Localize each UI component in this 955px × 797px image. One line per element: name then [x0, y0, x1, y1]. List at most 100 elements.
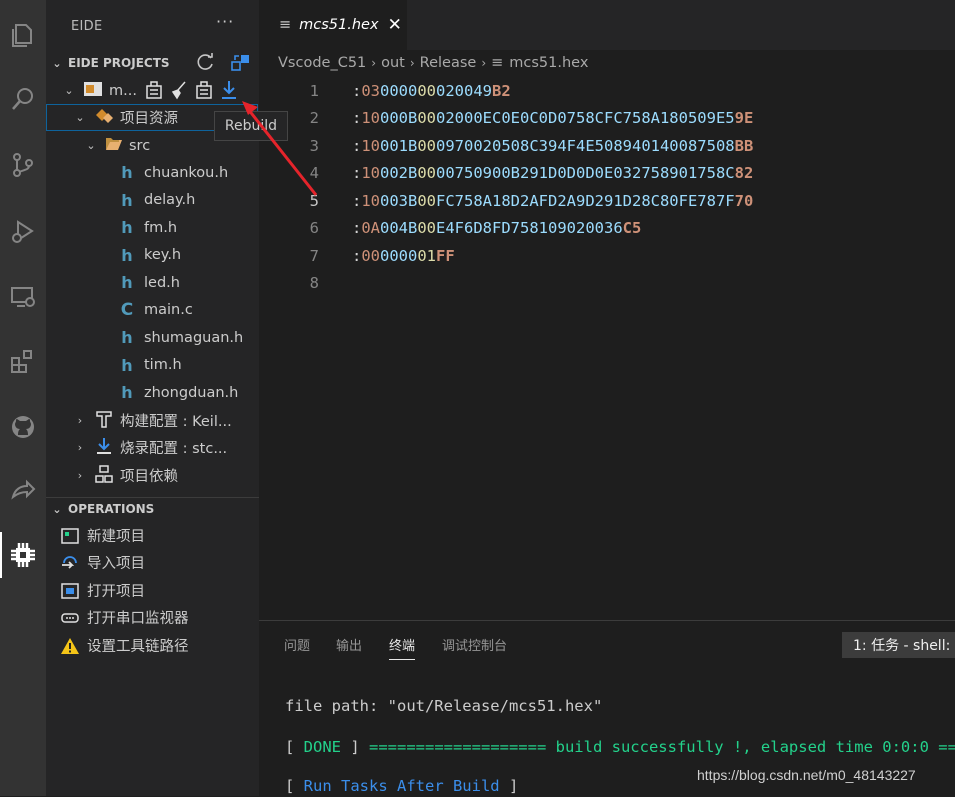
- record-checksum: BB: [734, 136, 754, 155]
- folder-icon: [105, 136, 123, 156]
- record-length: 0A: [361, 219, 381, 237]
- record-type: 00: [417, 136, 437, 155]
- explorer-icon[interactable]: [0, 12, 46, 58]
- record-type: 00: [417, 109, 437, 127]
- breadcrumb-item[interactable]: Release: [420, 55, 477, 71]
- terminal-select[interactable]: 1: 任务 - shell:: [842, 632, 955, 658]
- switch-project-icon[interactable]: [230, 52, 252, 78]
- tree-item-file[interactable]: h tim.h: [46, 352, 259, 379]
- close-icon[interactable]: ✕: [388, 15, 402, 35]
- eide-projects-header[interactable]: ⌄ EIDE PROJECTS: [46, 52, 259, 74]
- remote-explorer-icon[interactable]: [0, 274, 46, 320]
- file-name: chuankou.h: [144, 164, 229, 181]
- code-line: 4:10 002B 00 00750900B291D0D0D0E03275890175…: [259, 160, 955, 187]
- tree-item-file[interactable]: h chuankou.h: [46, 159, 259, 186]
- chevron-down-icon: ⌄: [75, 111, 85, 124]
- tree-item-file[interactable]: h shumaguan.h: [46, 324, 259, 351]
- operation-import-project[interactable]: 导入项目: [59, 549, 145, 576]
- record-checksum: 70: [734, 191, 754, 210]
- record-start: :: [352, 191, 362, 210]
- code-line: 8: [259, 270, 955, 297]
- tree-item-file[interactable]: h led.h: [46, 269, 259, 296]
- operation-serial-monitor[interactable]: 打开串口监视器: [59, 604, 189, 631]
- tree-item-file[interactable]: h zhongduan.h: [46, 379, 259, 406]
- tree-item-dependencies[interactable]: › 项目依赖: [46, 462, 259, 489]
- code-line: 6:0A 004B 00 E4F6D8FD758109020036 C5: [259, 215, 955, 242]
- tree-item-flash-config[interactable]: › 烧录配置 : stc...: [46, 434, 259, 461]
- tab-debug-console[interactable]: 调试控制台: [442, 635, 507, 654]
- operation-new-project[interactable]: 新建项目: [59, 522, 145, 549]
- file-lines-icon: ≡: [279, 17, 292, 33]
- record-start: :: [352, 164, 362, 182]
- tab-problems[interactable]: 问题: [284, 635, 310, 654]
- record-type: 00: [417, 191, 437, 210]
- record-address: 004B: [380, 219, 418, 237]
- chevron-right-icon: ›: [77, 441, 83, 454]
- record-type: 00: [417, 164, 437, 182]
- record-length: 10: [361, 136, 381, 155]
- chevron-down-icon: ⌄: [52, 502, 62, 516]
- sidebar-title: EIDE: [71, 19, 103, 34]
- tree-item-build-config[interactable]: › 构建配置 : Keil...: [46, 407, 259, 434]
- chevron-down-icon: ⌄: [64, 84, 74, 97]
- header-file-icon: h: [121, 190, 133, 210]
- record-data: E4F6D8FD758109020036: [436, 219, 623, 237]
- eide-chip-icon[interactable]: [0, 532, 46, 578]
- record-address: 003B: [380, 191, 418, 210]
- chevron-right-icon: ›: [371, 56, 377, 70]
- header-file-icon: h: [121, 383, 133, 402]
- watermark: https://blog.csdn.net/m0_48143227: [697, 767, 916, 783]
- code-line: 2:10 000B 00 02000EC0E0C0D0758CFC758A180509…: [259, 105, 955, 132]
- record-length: 00: [361, 246, 381, 265]
- hammer-icon: [94, 409, 114, 433]
- record-type: 00: [417, 219, 437, 237]
- file-name: zhongduan.h: [144, 384, 239, 401]
- record-start: :: [352, 109, 362, 127]
- record-address: 000B: [380, 109, 418, 127]
- header-file-icon: h: [121, 245, 133, 265]
- run-debug-icon[interactable]: [0, 208, 46, 254]
- file-name: key.h: [144, 247, 182, 263]
- header-file-icon: h: [121, 218, 133, 237]
- chevron-down-icon: ⌄: [86, 139, 96, 152]
- record-data: 0970020508C394F4E508940140087508: [436, 136, 735, 155]
- record-start: :: [352, 246, 362, 265]
- source-control-icon[interactable]: [0, 142, 46, 188]
- record-data: 00750900B291D0D0D0E032758901758C: [436, 164, 735, 182]
- tab-mcs51-hex[interactable]: ≡ mcs51.hex ✕: [259, 0, 407, 50]
- record-checksum: FF: [436, 246, 455, 265]
- extensions-icon[interactable]: [0, 338, 46, 384]
- code-line: 1:03 0000 00 020049 B2: [259, 77, 955, 104]
- more-actions-icon[interactable]: ···: [216, 12, 234, 31]
- terminal-line: [ Run Tasks After Build ]: [285, 777, 519, 795]
- breadcrumb-item[interactable]: Vscode_C51: [278, 55, 366, 71]
- record-data: 020049: [436, 81, 493, 100]
- tree-item-file[interactable]: h fm.h: [46, 214, 259, 241]
- chevron-right-icon: ›: [77, 414, 83, 427]
- chevron-right-icon: ›: [77, 469, 83, 482]
- operation-toolchain-path[interactable]: 设置工具链路径: [59, 632, 189, 659]
- breadcrumb-item[interactable]: mcs51.hex: [509, 55, 588, 71]
- live-share-icon[interactable]: [0, 468, 46, 514]
- breadcrumb-item[interactable]: out: [381, 55, 405, 71]
- tree-item-file[interactable]: h delay.h: [46, 187, 259, 214]
- tree-item-file[interactable]: h key.h: [46, 242, 259, 269]
- tree-item-file[interactable]: Cmain.c: [46, 297, 259, 324]
- operation-open-project[interactable]: 打开项目: [59, 577, 145, 604]
- github-icon[interactable]: [0, 404, 46, 450]
- refresh-icon[interactable]: [196, 52, 216, 76]
- project-name: m...: [109, 82, 137, 99]
- clean-icon[interactable]: [169, 80, 189, 104]
- activity-bar: [0, 0, 46, 796]
- build-icon[interactable]: [144, 80, 164, 104]
- tab-terminal[interactable]: 终端: [389, 635, 416, 660]
- download-icon: [94, 436, 114, 460]
- project-icon: [83, 80, 103, 102]
- rebuild-icon[interactable]: [194, 80, 214, 104]
- serial-port-icon: [59, 609, 81, 627]
- line-number: 8: [309, 274, 319, 292]
- record-checksum: 82: [734, 164, 754, 182]
- tab-output[interactable]: 输出: [336, 635, 362, 654]
- search-icon[interactable]: [0, 76, 46, 122]
- operations-header[interactable]: ⌄ OPERATIONS: [46, 497, 259, 520]
